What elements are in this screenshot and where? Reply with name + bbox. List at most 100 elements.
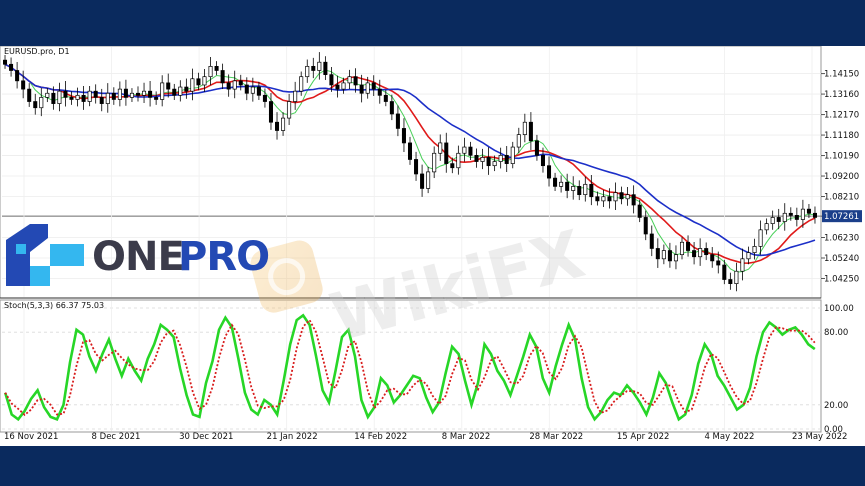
candle-body [806,208,811,214]
candle-body [619,192,624,200]
candle-body [196,78,201,86]
price-tick-label: 1.06230 [824,234,859,244]
candle-body [571,186,576,191]
candle-body [492,161,497,167]
price-axis: 1.14150 1.13160 1.12170 1.11180 1.10190 1.092… [821,70,862,284]
candle-body [649,233,654,249]
candle-body [117,88,122,100]
candle-body [3,59,8,65]
candle-body [99,97,104,104]
candle-body [347,76,352,84]
price-tick-label: 1.11180 [824,131,859,141]
time-tick-label: 16 Nov 2021 [4,432,58,442]
candle-body [57,90,62,104]
candle-body [395,113,400,129]
candle-body [486,157,491,167]
candle-body [262,94,267,102]
price-tick-label: 1.08210 [824,193,859,203]
candle-body [383,94,388,102]
candle-body [202,76,207,86]
candle-body [667,250,672,262]
svg-text:PRO: PRO [178,234,269,280]
candle-body [583,183,588,196]
candle-body [172,88,177,96]
chart-area: 1.14150 1.13160 1.12170 1.11180 1.10190 1.092… [0,45,865,446]
candle-body [15,70,20,82]
candle-body [256,86,261,96]
candle-body [740,258,745,272]
candle-body [794,215,799,220]
stoch-label: Stoch(5,3,3) 66.37 75.03 [4,301,104,310]
candle-body [692,250,697,258]
candle-body [353,76,358,86]
time-tick-label: 8 Dec 2021 [92,432,141,442]
time-axis: 16 Nov 2021 8 Dec 2021 30 Dec 2021 21 Jan 2… [4,432,847,442]
time-tick-label: 4 May 2022 [704,432,754,442]
price-tick-label: 1.09200 [824,172,859,182]
candle-body [770,217,775,224]
candle-body [21,80,26,90]
time-tick-label: 8 Mar 2022 [442,432,490,442]
candle-body [208,65,213,78]
candle-body [135,92,141,96]
time-tick-label: 30 Dec 2021 [179,432,233,442]
candle-body [504,154,509,164]
candle-body [776,217,781,222]
candle-body [111,92,116,100]
candle-body [812,212,817,218]
stoch-axis: 100.0080.0020.000.00 [824,304,854,435]
candle-body [710,254,715,262]
candle-body [704,248,709,256]
candle-body [311,65,316,71]
candle-body [522,121,527,135]
candle-body [589,183,594,198]
candle-body [414,159,419,175]
candle-body [450,163,455,169]
candle-body [800,208,805,220]
candle-body [214,65,219,71]
stoch-tick-label: 80.00 [824,328,848,338]
candle-body [534,140,539,156]
candle-body [613,192,618,202]
candle-body [268,101,273,123]
candle-body [468,146,473,156]
time-tick-label: 28 Mar 2022 [529,432,583,442]
candle-body [565,181,570,191]
candle-body [299,76,304,92]
price-tick-label: 1.07261 [824,212,859,222]
candle-body [123,88,128,98]
candle-body [698,248,703,258]
candle-body [722,264,727,280]
time-tick-label: 15 Apr 2022 [617,432,670,442]
candle-body [625,194,630,200]
candle-body [9,63,14,71]
candle-body [45,92,50,98]
candle-body [27,88,32,102]
price-tick-label: 1.05240 [824,254,859,264]
candle-body [462,146,467,154]
candle-body [456,152,461,169]
candle-body [426,171,431,189]
candle-body [238,80,243,86]
stoch-tick-label: 100.00 [824,304,854,314]
candle-body [631,194,636,206]
candle-body [389,101,394,115]
candle-body [407,142,413,160]
candle-body [377,88,382,96]
candle-body [540,154,545,167]
candle-body [516,134,521,148]
candle-body [432,152,437,173]
candle-body [81,94,86,102]
candle-body [601,196,606,202]
candle-body [129,92,134,98]
candle-body [661,250,666,260]
candle-body [335,84,340,90]
candle-body [184,86,189,92]
candle-body [287,101,292,119]
candle-body [474,154,479,162]
candle-body [142,90,147,96]
candle-body [105,92,110,104]
candle-body [371,82,376,90]
price-tick-label: 1.10190 [824,152,859,162]
candle-body [63,90,68,98]
